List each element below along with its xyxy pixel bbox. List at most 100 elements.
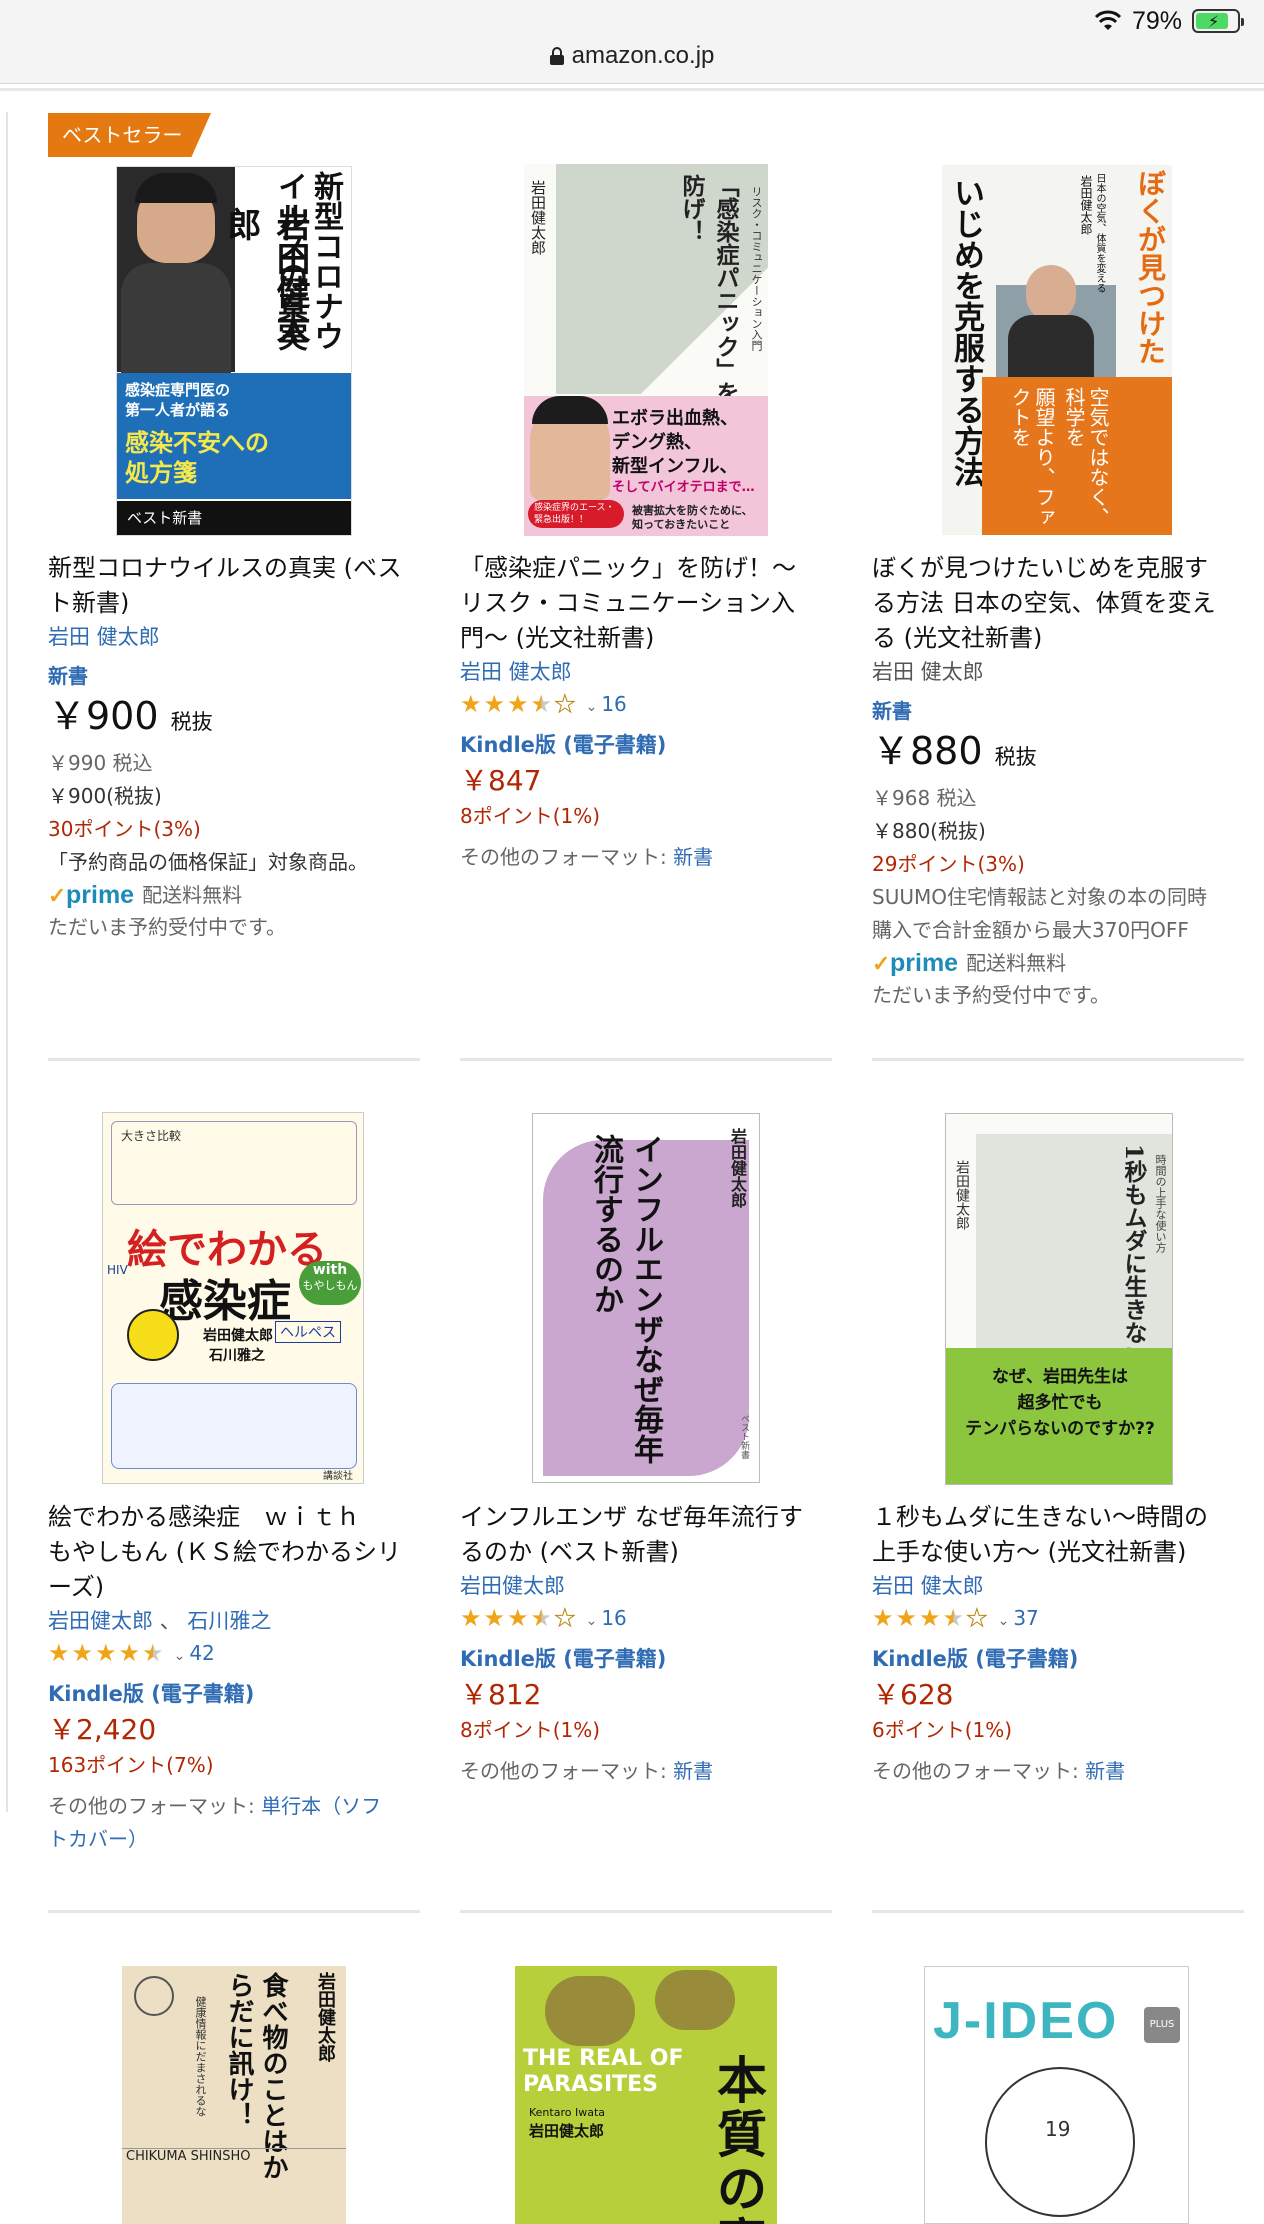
product-cover-3[interactable]: ぼくが見つけた いじめを克服する方法 日本の空気、体質を変える 岩田健太郎 願望… <box>942 165 1172 535</box>
star-rating[interactable]: ★ ★ ★ ★ ★ ⌄ 16 <box>460 1602 835 1634</box>
price-incl-tax: ￥968 税込 <box>872 786 977 810</box>
product-author[interactable]: 岩田 健太郎 <box>460 656 835 688</box>
product-price: ￥900 税抜 <box>48 694 213 738</box>
price-alt: ￥880(税抜) <box>872 819 986 843</box>
other-format-link[interactable]: 新書 <box>1085 1759 1125 1783</box>
star-rating[interactable]: ★ ★ ★ ★ ★ ⌄ 37 <box>872 1602 1247 1634</box>
product-cover-1[interactable]: 新型コロナウイルスの真実 岩田健太郎 感染症専門医の 第一人者が語る 感染不安へ… <box>116 166 352 536</box>
star-full-icon: ★ <box>919 1604 941 1632</box>
star-full-icon: ★ <box>460 1604 482 1632</box>
star-half-icon: ★ <box>942 1604 965 1632</box>
preorder-note: ただいま予約受付中です。 <box>872 983 1110 1007</box>
star-rating[interactable]: ★ ★ ★ ★ ★ ⌄ 42 <box>48 1637 423 1669</box>
product-cover-8[interactable]: THE REAL OF PARASITES 本 質 の 寄 生 Kentaro … <box>515 1966 777 2224</box>
other-format-link[interactable]: 新書 <box>673 845 713 869</box>
star-rating[interactable]: ★ ★ ★ ★ ★ ⌄ 16 <box>460 688 835 720</box>
promo-text: SUUMO住宅情報誌と対象の本の同時 購入で合計金額から最大370円OFF <box>872 885 1207 942</box>
kindle-format[interactable]: Kindle版 (電子書籍) <box>48 1677 423 1711</box>
toolbar-divider <box>0 88 1264 91</box>
cover-bubble: 感染症界のエース・緊急出版！！ <box>528 500 624 528</box>
product-title[interactable]: インフルエンザ なぜ毎年流行す るのか (ベスト新書) <box>460 1500 835 1570</box>
star-half-icon: ★ <box>530 690 553 718</box>
url-text: amazon.co.jp <box>571 42 715 69</box>
product-author[interactable]: 岩田 健太郎 <box>872 1570 1247 1602</box>
product-card-3: ぼくが見つけたいじめを克服す る方法 日本の空気、体質を変え る (光文社新書)… <box>872 551 1247 1012</box>
product-author[interactable]: 岩田 健太郎 <box>48 621 423 653</box>
format-label[interactable]: 新書 <box>48 661 423 691</box>
product-author[interactable]: 岩田健太郎 <box>460 1570 835 1602</box>
review-count: ⌄ 16 <box>585 1606 627 1630</box>
product-card-5: インフルエンザ なぜ毎年流行す るのか (ベスト新書) 岩田健太郎 ★ ★ ★ ★ ★ … <box>460 1500 835 1788</box>
other-formats: その他のフォーマット: 新書 <box>460 845 714 869</box>
format-label[interactable]: 新書 <box>872 696 1247 726</box>
product-title[interactable]: 「感染症パニック」を防げ！〜 リスク・コミュニケーション入 門〜 (光文社新書) <box>460 551 835 656</box>
product-cover-6[interactable]: 岩田健太郎 1秒もムダに生きない 時間の上手な使い方 なぜ、岩田先生は 超多忙で… <box>945 1113 1173 1485</box>
star-full-icon: ★ <box>95 1639 117 1667</box>
other-format-link[interactable]: 単行本（ソフ <box>261 1794 381 1818</box>
cover-band: 第一人者が語る <box>125 401 231 419</box>
publisher-logo-icon <box>134 1976 174 2016</box>
bestseller-badge: ベストセラー <box>48 113 211 157</box>
product-authors: 岩田健太郎 、 石川雅之 <box>48 1609 272 1633</box>
cover-title: 感染症 <box>159 1276 291 1327</box>
shipping-label: 配送料無料 <box>142 882 243 907</box>
points: 163ポイント(7%) <box>48 1753 214 1777</box>
address-bar[interactable]: amazon.co.jp <box>0 34 1264 78</box>
product-price: ￥847 <box>460 764 542 797</box>
other-formats: その他のフォーマット: 単行本（ソフ トカバー） <box>48 1790 423 1856</box>
cover-band: 感染症専門医の <box>125 381 231 399</box>
product-cover-4[interactable]: 大きさ比較 絵でわかる 感染症 with もやしもん 岩田健太郎 石川雅之 ヘル… <box>102 1112 364 1484</box>
product-price: ￥880 税抜 <box>872 729 1037 773</box>
product-cover-7[interactable]: 岩田健太郎 食べ物のことはからだに訊け！ 健康情報にだまされるな CHIKUMA… <box>122 1966 346 2224</box>
product-card-6: １秒もムダに生きない〜時間の 上手な使い方〜 (光文社新書) 岩田 健太郎 ★ ★… <box>872 1500 1247 1788</box>
product-title[interactable]: ぼくが見つけたいじめを克服す る方法 日本の空気、体質を変え る (光文社新書) <box>872 551 1247 656</box>
star-empty-icon: ★ <box>554 1604 576 1632</box>
star-full-icon: ★ <box>483 1604 506 1632</box>
row-divider <box>872 1058 1244 1061</box>
product-price: ￥812 <box>460 1678 542 1711</box>
kindle-format[interactable]: Kindle版 (電子書籍) <box>460 1642 835 1676</box>
row-divider <box>48 1058 420 1061</box>
product-cover-5[interactable]: 岩田健太郎 インフルエンザなぜ毎年流行するのか ベスト新書 <box>532 1113 760 1483</box>
product-author[interactable]: 岩田 健太郎 <box>872 656 1247 688</box>
product-cover-9[interactable]: J-IDEO PLUS 19 <box>924 1966 1189 2224</box>
prime-check-icon: ✓ <box>872 950 891 976</box>
other-format-link[interactable]: 新書 <box>673 1759 713 1783</box>
review-count: ⌄ 42 <box>173 1641 215 1665</box>
points: 30ポイント(3%) <box>48 817 201 841</box>
status-indicators: 79% ⚡ <box>1094 4 1244 38</box>
prime-row: ✓ prime 配送料無料 <box>872 947 1247 979</box>
kindle-format[interactable]: Kindle版 (電子書籍) <box>872 1642 1247 1676</box>
points: 6ポイント(1%) <box>872 1718 1013 1742</box>
author-link[interactable]: 石川雅之 <box>187 1609 271 1633</box>
chevron-down-icon: ⌄ <box>585 1613 598 1629</box>
product-card-4: 絵でわかる感染症 ｗｉｔｈ もやしもん (ＫＳ絵でわかるシリ ーズ) 岩田健太郎… <box>48 1500 423 1856</box>
product-price: ￥628 <box>872 1678 954 1711</box>
product-title[interactable]: １秒もムダに生きない〜時間の 上手な使い方〜 (光文社新書) <box>872 1500 1247 1570</box>
product-cover-2[interactable]: 岩田健太郎 「感染症パニック」を防げ！ リスク・コミュニケーション入門 エボラ出… <box>524 164 768 536</box>
points: 8ポイント(1%) <box>460 1718 601 1742</box>
star-full-icon: ★ <box>872 1604 894 1632</box>
price-alt: ￥900(税抜) <box>48 784 162 808</box>
cover-title: 「感染症パニック」を防げ！ <box>678 174 739 404</box>
row-divider <box>460 1910 832 1913</box>
browser-chrome: 79% ⚡ amazon.co.jp <box>0 0 1264 84</box>
product-title[interactable]: 絵でわかる感染症 ｗｉｔｈ もやしもん (ＫＳ絵でわかるシリ ーズ) <box>48 1500 423 1605</box>
cover-subtitle: リスク・コミュニケーション入門 <box>750 186 763 351</box>
prime-row: ✓ prime 配送料無料 <box>48 879 423 911</box>
preorder-note: ただいま予約受付中です。 <box>48 915 286 939</box>
star-half-icon: ★ <box>142 1639 164 1667</box>
price-incl-tax: ￥990 税込 <box>48 751 153 775</box>
row-divider <box>460 1058 832 1061</box>
other-formats: その他のフォーマット: 新書 <box>460 1759 714 1783</box>
author-link[interactable]: 岩田健太郎 <box>48 1609 153 1633</box>
cover-author: 岩田健太郎 <box>221 207 310 343</box>
chevron-down-icon: ⌄ <box>585 699 598 715</box>
other-format-link[interactable]: トカバー） <box>48 1823 423 1856</box>
left-rail <box>6 112 8 1812</box>
kindle-format[interactable]: Kindle版 (電子書籍) <box>460 728 835 762</box>
lock-icon <box>549 47 564 65</box>
star-full-icon: ★ <box>118 1639 141 1667</box>
product-title[interactable]: 新型コロナウイルスの真実 (ベス ト新書) <box>48 551 423 621</box>
star-full-icon: ★ <box>460 690 482 718</box>
